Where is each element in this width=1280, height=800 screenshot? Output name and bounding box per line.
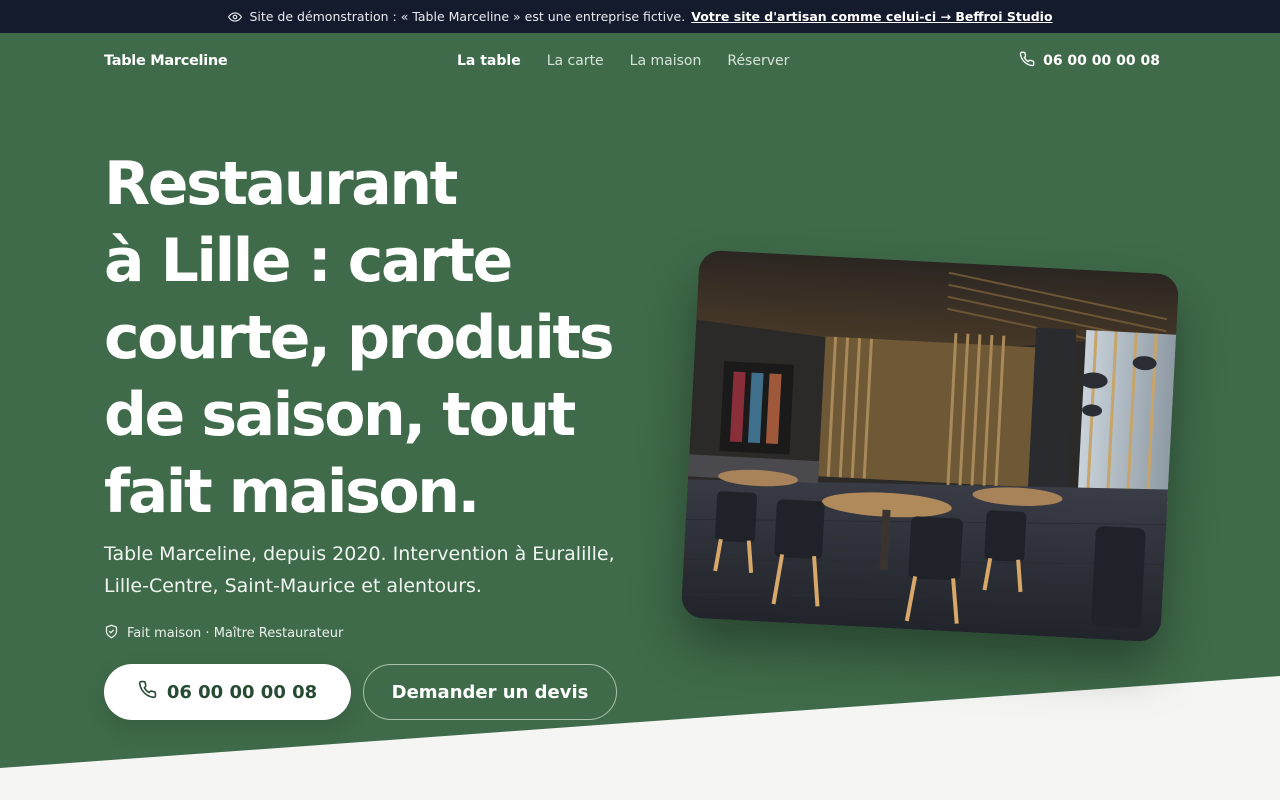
hero-subtitle-line: Lille-Centre, Saint-Maurice et alentours… xyxy=(104,575,482,597)
call-button[interactable]: 06 00 00 00 08 xyxy=(104,664,351,720)
hero-title-line: Restaurant xyxy=(104,149,458,219)
hero-title-line: courte, produits xyxy=(104,303,615,373)
demo-banner-link[interactable]: Votre site d'artisan comme celui-ci → Be… xyxy=(691,9,1052,24)
call-button-label: 06 00 00 00 08 xyxy=(166,681,318,703)
hero-subtitle: Table Marceline, depuis 2020. Interventi… xyxy=(104,538,644,602)
demo-banner: Site de démonstration : « Table Marcelin… xyxy=(0,0,1280,33)
main-nav: Table Marceline La table La carte La mai… xyxy=(104,33,1160,89)
site-logo[interactable]: Table Marceline xyxy=(104,53,228,69)
hero-title-line: fait maison. xyxy=(104,457,480,527)
shield-check-icon xyxy=(104,624,119,643)
nav-item-la-table[interactable]: La table xyxy=(457,53,521,69)
restaurant-photo xyxy=(680,249,1180,643)
eye-icon xyxy=(227,9,243,25)
phone-icon xyxy=(138,680,157,704)
quality-badge-text: Fait maison · Maître Restaurateur xyxy=(127,626,344,641)
hero-title-line: de saison, tout xyxy=(104,380,576,450)
hero-title: Restaurant à Lille : carte courte, produ… xyxy=(104,146,624,531)
quality-badge: Fait maison · Maître Restaurateur xyxy=(104,624,343,643)
nav-phone-number: 06 00 00 00 08 xyxy=(1043,53,1160,69)
nav-item-reserver[interactable]: Réserver xyxy=(727,53,789,69)
nav-menu: La table La carte La maison Réserver xyxy=(457,33,789,89)
hero-title-line: à Lille : carte xyxy=(104,226,513,296)
demo-banner-text: Site de démonstration : « Table Marcelin… xyxy=(249,9,686,24)
quote-button[interactable]: Demander un devis xyxy=(363,664,617,720)
nav-phone-link[interactable]: 06 00 00 00 08 xyxy=(1019,33,1160,89)
nav-item-la-maison[interactable]: La maison xyxy=(630,53,702,69)
nav-item-la-carte[interactable]: La carte xyxy=(547,53,604,69)
phone-icon xyxy=(1019,51,1035,71)
hero-subtitle-line: Table Marceline, depuis 2020. Interventi… xyxy=(104,543,615,565)
